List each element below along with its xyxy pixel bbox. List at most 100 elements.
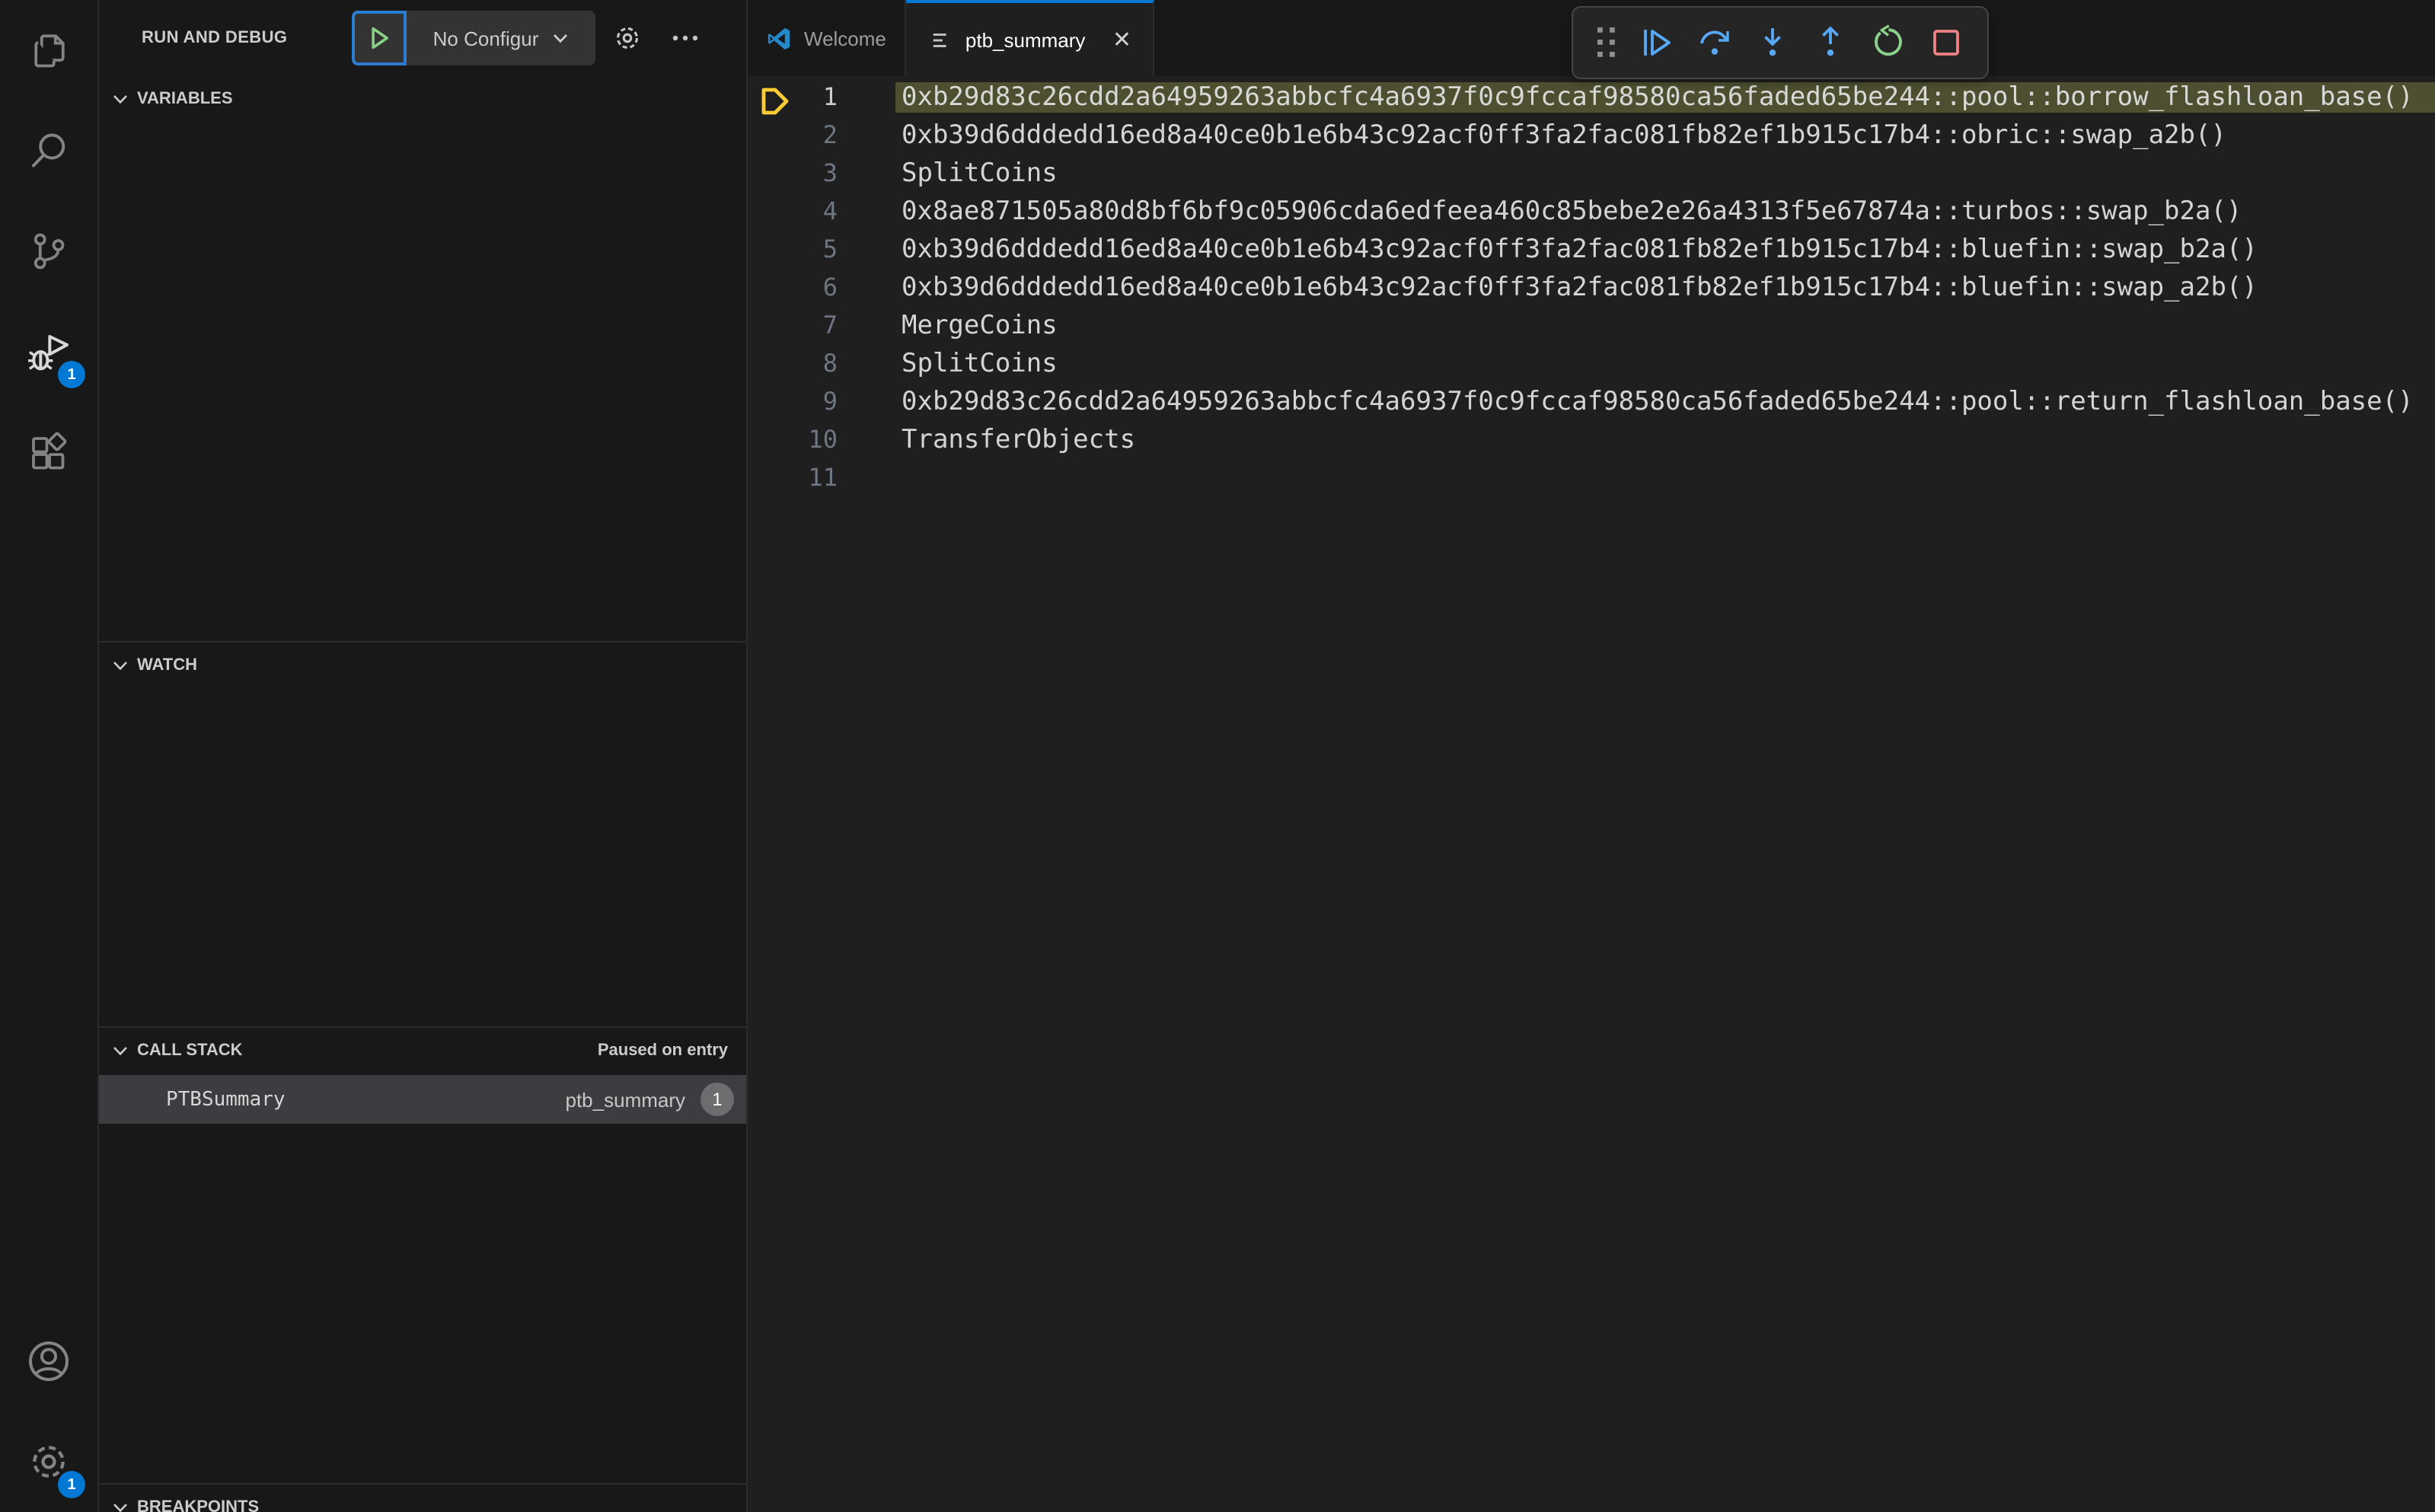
extensions-icon — [26, 429, 72, 475]
code-editor[interactable]: 1 0xb29d83c26cdd2a64959263abbcfc4a6937f0… — [748, 76, 2435, 1512]
code-line-text: TransferObjects — [902, 424, 1136, 455]
toolbar-drag-grip[interactable] — [1588, 14, 1625, 72]
code-line: 10 TransferObjects — [748, 420, 2435, 458]
line-number: 11 — [808, 463, 838, 492]
code-line-text: 0xb39d6dddedd16ed8a40ce0b1e6b43c92acf0ff… — [902, 234, 2258, 264]
chevron-down-icon — [108, 87, 132, 111]
stop-button[interactable] — [1920, 14, 1972, 72]
chevron-down-icon — [108, 1038, 132, 1063]
editor-area: Welcome ptb_summary ✕ 1 0xb29d83c26cdd2a… — [748, 0, 2435, 1512]
editor-gutter[interactable]: 2 — [748, 120, 895, 149]
editor-gutter[interactable]: 6 — [748, 273, 895, 301]
vscode-logo-icon — [766, 25, 792, 51]
restart-button[interactable] — [1862, 14, 1914, 72]
run-and-debug-sidebar: RUN AND DEBUG No Configur VARIABLES WATC… — [99, 0, 748, 1512]
code-line: 4 0x8ae871505a80d8bf6bf9c05906cda6edfeea… — [748, 192, 2435, 230]
debug-configuration-dropdown[interactable]: No Configur — [407, 11, 595, 65]
source-control-icon — [26, 228, 72, 274]
editor-gutter[interactable]: 4 — [748, 196, 895, 225]
editor-gutter[interactable]: 5 — [748, 234, 895, 263]
code-line: 5 0xb39d6dddedd16ed8a40ce0b1e6b43c92acf0… — [748, 230, 2435, 268]
debug-toolbar — [1572, 6, 1989, 79]
line-number: 7 — [822, 311, 838, 340]
continue-button[interactable] — [1631, 14, 1683, 72]
code-line: 7 MergeCoins — [748, 306, 2435, 344]
line-number: 2 — [822, 120, 838, 149]
close-icon[interactable]: ✕ — [1106, 24, 1137, 55]
editor-gutter[interactable]: 9 — [748, 387, 895, 416]
account-button[interactable] — [0, 1311, 97, 1412]
call-stack-section-label: CALL STACK — [137, 1041, 243, 1060]
line-number: 10 — [808, 425, 838, 454]
tab-label: ptb_summary — [965, 28, 1086, 51]
watch-section-header[interactable]: WATCH — [99, 643, 746, 685]
code-line-text: 0xb39d6dddedd16ed8a40ce0b1e6b43c92acf0ff… — [902, 272, 2258, 302]
code-line: 9 0xb29d83c26cdd2a64959263abbcfc4a6937f0… — [748, 382, 2435, 420]
settings-button[interactable]: 1 — [0, 1412, 97, 1512]
step-out-icon — [1812, 24, 1849, 61]
code-line-text: SplitCoins — [902, 158, 1058, 188]
restart-icon — [1870, 24, 1907, 61]
sidebar-header: RUN AND DEBUG No Configur — [99, 0, 746, 76]
tab-label: Welcome — [804, 27, 886, 49]
step-over-button[interactable] — [1689, 14, 1741, 72]
call-stack-frame-row[interactable]: PTBSummary ptb_summary 1 — [99, 1075, 746, 1124]
code-line: 1 0xb29d83c26cdd2a64959263abbcfc4a6937f0… — [748, 78, 2435, 116]
code-line: 3 SplitCoins — [748, 154, 2435, 192]
watch-section: WATCH — [99, 641, 746, 1026]
start-debugging-button[interactable] — [352, 11, 407, 65]
settings-badge: 1 — [58, 1471, 85, 1498]
debug-settings-button[interactable] — [605, 0, 650, 76]
editor-gutter[interactable]: 11 — [748, 463, 895, 492]
stack-frame-badge: 1 — [701, 1083, 734, 1116]
line-number: 5 — [822, 234, 838, 263]
breakpoints-section-header[interactable]: BREAKPOINTS — [99, 1485, 746, 1512]
line-number: 6 — [822, 273, 838, 301]
gear-icon — [611, 21, 644, 55]
debug-badge: 1 — [58, 361, 85, 388]
continue-icon — [1639, 24, 1675, 61]
variables-section-header[interactable]: VARIABLES — [99, 76, 746, 119]
sidebar-item-source-control[interactable] — [0, 201, 97, 301]
sidebar-title: RUN AND DEBUG — [142, 29, 288, 47]
step-out-button[interactable] — [1805, 14, 1856, 72]
code-line-text: 0xb29d83c26cdd2a64959263abbcfc4a6937f0c9… — [902, 386, 2414, 416]
watch-section-label: WATCH — [137, 656, 198, 675]
chevron-down-icon — [108, 1495, 132, 1512]
sidebar-item-run-and-debug[interactable]: 1 — [0, 301, 97, 402]
editor-gutter[interactable]: 7 — [748, 311, 895, 340]
files-icon — [26, 27, 72, 73]
code-line-text: SplitCoins — [902, 348, 1058, 378]
stack-frame-name: PTBSummary — [166, 1088, 286, 1111]
chevron-down-icon — [551, 29, 569, 47]
step-into-button[interactable] — [1747, 14, 1798, 72]
code-line-text: 0x8ae871505a80d8bf6bf9c05906cda6edfeea46… — [902, 196, 2242, 226]
file-lines-icon — [930, 28, 953, 51]
step-into-icon — [1754, 24, 1791, 61]
chevron-down-icon — [108, 653, 132, 678]
sidebar-item-search[interactable] — [0, 100, 97, 201]
editor-gutter[interactable]: 10 — [748, 425, 895, 454]
line-number: 9 — [822, 387, 838, 416]
debug-current-line-pointer-icon — [758, 85, 792, 117]
views-and-more-actions-button[interactable] — [662, 0, 708, 76]
code-line: 6 0xb39d6dddedd16ed8a40ce0b1e6b43c92acf0… — [748, 268, 2435, 306]
call-stack-section-header[interactable]: CALL STACK Paused on entry — [99, 1028, 746, 1070]
more-ellipsis-icon — [670, 23, 701, 53]
vscode-window: 1 1 RUN AND DEBUG No Configur VARIABLES … — [0, 0, 2435, 1512]
sidebar-item-explorer[interactable] — [0, 0, 97, 100]
step-over-icon — [1696, 24, 1733, 61]
code-line-text: 0xb39d6dddedd16ed8a40ce0b1e6b43c92acf0ff… — [902, 120, 2226, 150]
debug-configuration-label: No Configur — [432, 27, 539, 49]
play-icon — [365, 24, 393, 52]
editor-gutter[interactable]: 8 — [748, 349, 895, 378]
line-number: 3 — [822, 158, 838, 187]
line-number: 4 — [822, 196, 838, 225]
line-number: 8 — [822, 349, 838, 378]
tab-ptb-summary[interactable]: ptb_summary ✕ — [905, 0, 1154, 76]
editor-gutter[interactable]: 3 — [748, 158, 895, 187]
variables-section: VARIABLES — [99, 76, 746, 641]
editor-gutter[interactable]: 1 — [748, 82, 895, 115]
sidebar-item-extensions[interactable] — [0, 402, 97, 502]
tab-welcome[interactable]: Welcome — [748, 0, 906, 76]
